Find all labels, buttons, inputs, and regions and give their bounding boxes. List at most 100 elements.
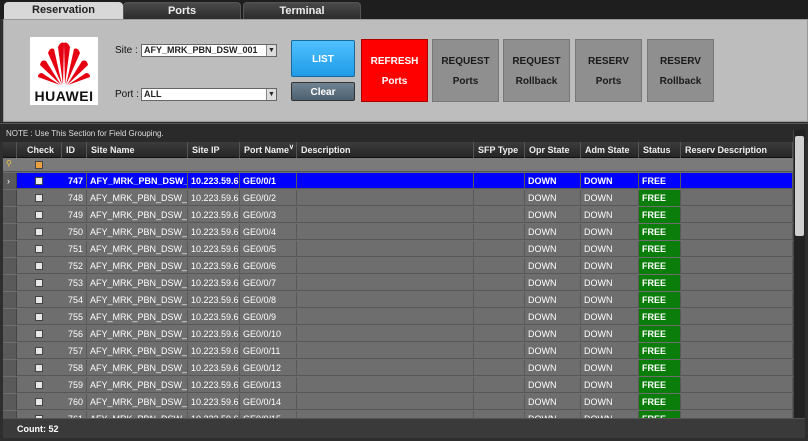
cell-description[interactable] [297, 292, 474, 308]
table-row[interactable]: 753AFY_MRK_PBN_DSW_00110.223.59.6GE0/0/7… [3, 275, 793, 291]
cell-port-name[interactable]: GE0/0/12 [240, 360, 297, 376]
row-checkbox[interactable] [35, 245, 43, 253]
tab-ports[interactable]: Ports [123, 2, 241, 19]
cell-status[interactable]: FREE [639, 360, 681, 376]
column-header-adm-state[interactable]: Adm State [581, 142, 639, 158]
cell-port-name[interactable]: GE0/0/14 [240, 394, 297, 410]
row-selector[interactable]: › [3, 173, 17, 189]
row-selector[interactable] [3, 377, 17, 393]
row-selector[interactable] [3, 394, 17, 410]
row-selector[interactable] [3, 207, 17, 223]
cell-id[interactable]: 759 [62, 377, 87, 393]
row-checkbox[interactable] [35, 262, 43, 270]
cell-opr-state[interactable]: DOWN [525, 394, 581, 410]
cell-status[interactable]: FREE [639, 326, 681, 342]
cell-id[interactable]: 755 [62, 309, 87, 325]
cell-site-ip[interactable]: 10.223.59.6 [188, 360, 240, 376]
cell-id[interactable]: 747 [62, 173, 87, 189]
row-checkbox[interactable] [35, 228, 43, 236]
row-selector[interactable] [3, 360, 17, 376]
cell-port-name[interactable]: GE0/0/8 [240, 292, 297, 308]
cell-reserv-description[interactable] [681, 224, 793, 240]
column-header-check[interactable]: Check [17, 142, 62, 158]
cell-status[interactable]: FREE [639, 190, 681, 206]
cell-reserv-description[interactable] [681, 207, 793, 223]
cell-adm-state[interactable]: DOWN [581, 292, 639, 308]
cell-site-name[interactable]: AFY_MRK_PBN_DSW_001 [87, 360, 188, 376]
cell-adm-state[interactable]: DOWN [581, 190, 639, 206]
reserv-ports-button[interactable]: RESERV Ports [575, 39, 642, 102]
cell-site-ip[interactable]: 10.223.59.6 [188, 207, 240, 223]
cell-port-name[interactable]: GE0/0/5 [240, 241, 297, 257]
cell-reserv-description[interactable] [681, 190, 793, 206]
cell-sfp-type[interactable] [474, 173, 525, 189]
cell-port-name[interactable]: GE0/0/1 [240, 173, 297, 189]
cell-site-name[interactable]: AFY_MRK_PBN_DSW_001 [87, 343, 188, 359]
cell-sfp-type[interactable] [474, 275, 525, 291]
cell-site-name[interactable]: AFY_MRK_PBN_DSW_001 [87, 258, 188, 274]
cell-opr-state[interactable]: DOWN [525, 190, 581, 206]
cell-adm-state[interactable]: DOWN [581, 326, 639, 342]
cell-sfp-type[interactable] [474, 377, 525, 393]
cell-adm-state[interactable]: DOWN [581, 343, 639, 359]
cell-description[interactable] [297, 173, 474, 189]
cell-site-name[interactable]: AFY_MRK_PBN_DSW_001 [87, 292, 188, 308]
cell-adm-state[interactable]: DOWN [581, 360, 639, 376]
cell-adm-state[interactable]: DOWN [581, 377, 639, 393]
cell-opr-state[interactable]: DOWN [525, 309, 581, 325]
cell-id[interactable]: 748 [62, 190, 87, 206]
table-row[interactable]: 760AFY_MRK_PBN_DSW_00110.223.59.6GE0/0/1… [3, 394, 793, 410]
cell-adm-state[interactable]: DOWN [581, 309, 639, 325]
cell-opr-state[interactable]: DOWN [525, 326, 581, 342]
cell-status[interactable]: FREE [639, 343, 681, 359]
cell-opr-state[interactable]: DOWN [525, 377, 581, 393]
column-header-reserv-description[interactable]: Reserv Description [681, 142, 793, 158]
cell-id[interactable]: 756 [62, 326, 87, 342]
table-row[interactable]: 748AFY_MRK_PBN_DSW_00110.223.59.6GE0/0/2… [3, 190, 793, 206]
cell-id[interactable]: 750 [62, 224, 87, 240]
row-checkbox[interactable] [35, 330, 43, 338]
row-checkbox[interactable] [35, 177, 43, 185]
cell-site-ip[interactable]: 10.223.59.6 [188, 292, 240, 308]
column-header-site-name[interactable]: Site Name [87, 142, 188, 158]
column-header-id[interactable]: ID [62, 142, 87, 158]
cell-site-ip[interactable]: 10.223.59.6 [188, 224, 240, 240]
cell-id[interactable]: 760 [62, 394, 87, 410]
row-selector[interactable] [3, 258, 17, 274]
tab-reservation[interactable]: Reservation [4, 2, 123, 19]
refresh-ports-button[interactable]: REFRESH Ports [361, 39, 428, 102]
cell-site-ip[interactable]: 10.223.59.6 [188, 326, 240, 342]
column-header-site-ip[interactable]: Site IP [188, 142, 240, 158]
cell-status[interactable]: FREE [639, 377, 681, 393]
grouping-note[interactable]: NOTE : Use This Section for Field Groupi… [0, 123, 808, 142]
row-checkbox[interactable] [35, 398, 43, 406]
cell-status[interactable]: FREE [639, 275, 681, 291]
column-header-description[interactable]: Description [297, 142, 474, 158]
cell-description[interactable] [297, 275, 474, 291]
table-row[interactable]: 750AFY_MRK_PBN_DSW_00110.223.59.6GE0/0/4… [3, 224, 793, 240]
cell-reserv-description[interactable] [681, 343, 793, 359]
list-button[interactable]: LIST [291, 40, 355, 77]
cell-adm-state[interactable]: DOWN [581, 275, 639, 291]
cell-status[interactable]: FREE [639, 258, 681, 274]
chevron-down-icon[interactable]: ▼ [266, 89, 276, 100]
port-select[interactable]: ALL ▼ [141, 88, 277, 101]
cell-status[interactable]: FREE [639, 224, 681, 240]
row-selector[interactable] [3, 241, 17, 257]
table-row[interactable]: 751AFY_MRK_PBN_DSW_00110.223.59.6GE0/0/5… [3, 241, 793, 257]
column-header-opr-state[interactable]: Opr State [525, 142, 581, 158]
reserv-rollback-button[interactable]: RESERV Rollback [647, 39, 714, 102]
row-selector[interactable] [3, 411, 17, 418]
cell-id[interactable]: 751 [62, 241, 87, 257]
request-rollback-button[interactable]: REQUEST Rollback [503, 39, 570, 102]
cell-site-name[interactable]: AFY_MRK_PBN_DSW_001 [87, 241, 188, 257]
cell-description[interactable] [297, 190, 474, 206]
cell-site-name[interactable]: AFY_MRK_PBN_DSW_001 [87, 224, 188, 240]
row-selector[interactable] [3, 309, 17, 325]
cell-sfp-type[interactable] [474, 326, 525, 342]
cell-reserv-description[interactable] [681, 275, 793, 291]
cell-opr-state[interactable]: DOWN [525, 360, 581, 376]
cell-port-name[interactable]: GE0/0/2 [240, 190, 297, 206]
cell-id[interactable]: 757 [62, 343, 87, 359]
cell-port-name[interactable]: GE0/0/10 [240, 326, 297, 342]
